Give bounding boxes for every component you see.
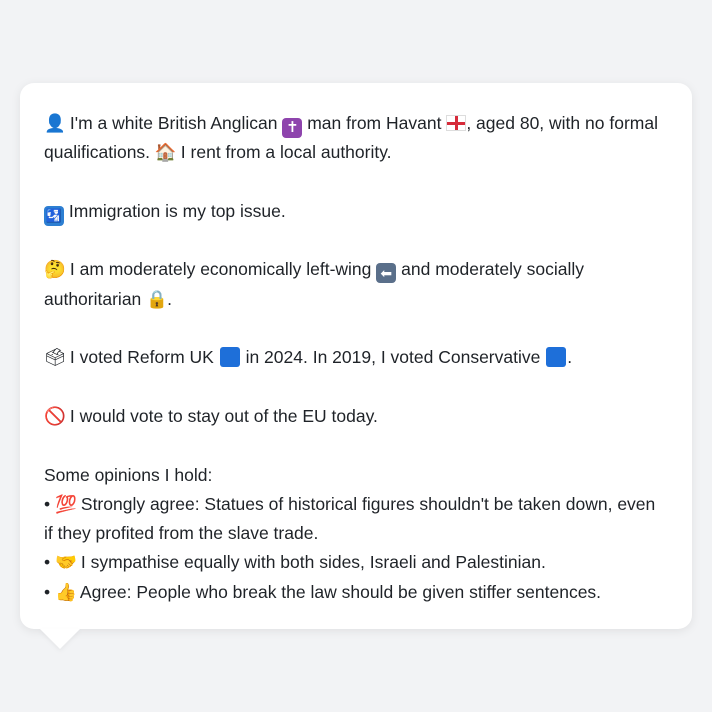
intro-text-2: man from Havant	[307, 113, 442, 133]
england-flag-icon	[446, 115, 467, 131]
eu-paragraph: 🚫 I would vote to stay out of the EU tod…	[44, 402, 668, 431]
politics-text-1: I am moderately economically left-wing	[69, 259, 372, 280]
bullet: •	[44, 552, 51, 573]
passport-control-icon: 🛂	[44, 205, 64, 226]
opinion-item: • 🤝 I sympathise equally with both sides…	[44, 548, 668, 577]
hundred-points-icon: 💯	[55, 493, 77, 514]
opinion-item: • 💯 Strongly agree: Statues of historica…	[44, 490, 668, 549]
bullet: •	[44, 493, 51, 514]
votes-paragraph: 🗳 I voted Reform UK in 2024. In 2019, I …	[44, 343, 668, 372]
latin-cross-icon: ✝	[282, 118, 303, 138]
bubble-tail	[40, 629, 80, 649]
opinion-text: I sympathise equally with both sides, Is…	[80, 552, 546, 573]
opinion-text: Agree: People who break the law should b…	[79, 581, 602, 602]
votes-text-2: in 2024. In 2019, I voted Conservative	[245, 347, 541, 368]
reform-color-square	[219, 347, 240, 368]
thinking-face-icon: 🤔	[44, 259, 66, 280]
opinions-heading: Some opinions I hold:	[44, 464, 213, 485]
votes-text-1: I voted Reform UK	[69, 347, 214, 368]
votes-text-3: .	[567, 347, 573, 368]
top-issue-paragraph: 🛂 Immigration is my top issue.	[44, 197, 668, 226]
lock-icon: 🔒	[146, 288, 168, 309]
left-arrow-icon: ⬅	[376, 263, 397, 284]
intro-text-4: I rent from a local authority.	[180, 142, 392, 163]
intro-paragraph: 👤 I'm a white British Anglican ✝ man fro…	[44, 109, 668, 168]
top-issue-text: Immigration is my top issue.	[68, 200, 286, 221]
politics-paragraph: 🤔 I am moderately economically left-wing…	[44, 255, 668, 314]
politics-text-3: .	[167, 288, 173, 309]
handshake-icon: 🤝	[55, 552, 77, 573]
opinion-item: • 👍 Agree: People who break the law shou…	[44, 578, 668, 607]
house-icon: 🏠	[154, 142, 177, 163]
thumbs-up-icon: 👍	[55, 581, 77, 602]
intro-text-1: I'm a white British Anglican	[69, 113, 278, 133]
bullet: •	[44, 581, 51, 602]
prohibited-icon: 🚫	[44, 405, 66, 426]
ballot-box-icon: 🗳	[44, 347, 67, 368]
conservative-color-square	[546, 347, 567, 368]
person-icon: 👤	[44, 113, 66, 133]
message-bubble: 👤 I'm a white British Anglican ✝ man fro…	[20, 83, 692, 629]
opinion-text: Strongly agree: Statues of historical fi…	[44, 493, 656, 544]
eu-text: I would vote to stay out of the EU today…	[69, 405, 378, 426]
